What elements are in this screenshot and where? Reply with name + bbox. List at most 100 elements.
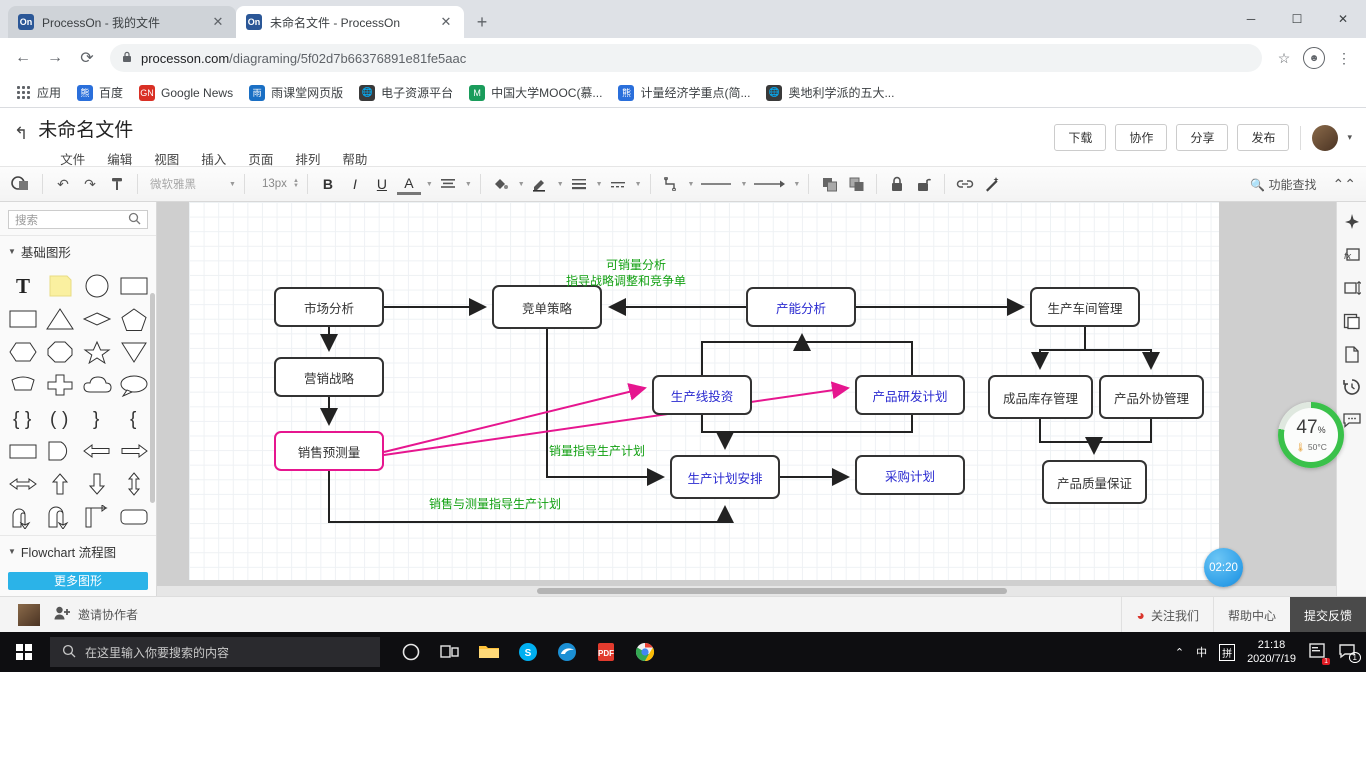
bold-button[interactable]: B [316, 171, 340, 197]
shape-rounded-rect[interactable] [115, 500, 152, 533]
collaborate-button[interactable]: 协作 [1115, 124, 1168, 151]
forward-icon[interactable]: → [40, 43, 70, 73]
chrome-icon[interactable] [628, 635, 662, 669]
ime-pinyin-indicator[interactable]: 拼 [1219, 643, 1236, 661]
chevron-down-icon[interactable]: ▼ [793, 181, 800, 188]
shape-brace-pair[interactable]: {} [4, 401, 41, 434]
bookmark-apps[interactable]: 应用 [8, 81, 68, 104]
back-to-files-icon[interactable]: ↰ [14, 124, 28, 144]
avatar[interactable] [1312, 124, 1339, 151]
shape-arrow-left[interactable] [78, 434, 115, 467]
pen-icon[interactable] [528, 171, 552, 197]
chevron-down-icon[interactable]: ▼ [688, 181, 695, 188]
reload-icon[interactable]: ⟳ [72, 43, 102, 73]
shape-pentagon[interactable] [115, 302, 152, 335]
italic-button[interactable]: I [343, 171, 367, 197]
chevron-down-icon[interactable]: ▼ [635, 181, 642, 188]
unlock-icon[interactable] [912, 171, 936, 197]
scrollbar-thumb[interactable] [537, 588, 1007, 594]
send-to-back-icon[interactable] [844, 171, 868, 197]
shape-text[interactable]: T [4, 269, 41, 302]
fill-icon[interactable] [489, 171, 513, 197]
chevron-down-icon[interactable]: ▼ [8, 247, 16, 256]
shape-diamond[interactable] [78, 302, 115, 335]
bookmark-eresource[interactable]: 🌐 电子资源平台 [352, 81, 460, 104]
invite-collaborator-button[interactable]: 邀请协作者 [54, 606, 138, 623]
tab-close-icon[interactable]: ✕ [438, 14, 454, 30]
chevron-down-icon[interactable]: ▼ [229, 181, 236, 188]
shape-cross[interactable] [41, 368, 78, 401]
redo-icon[interactable]: ↷ [78, 171, 102, 197]
window-close-button[interactable]: ✕ [1320, 0, 1366, 38]
bring-to-front-icon[interactable] [817, 171, 841, 197]
shape-trapezoid-arc[interactable] [4, 368, 41, 401]
node-bidding-strategy[interactable]: 竞单策略 [492, 285, 602, 329]
new-tab-button[interactable]: + [468, 8, 496, 36]
back-icon[interactable]: ← [8, 43, 38, 73]
bookmark-austrian-school[interactable]: 🌐 奥地利学派的五大... [759, 81, 901, 104]
formula-icon[interactable]: fx [1342, 245, 1362, 265]
format-painter-icon[interactable] [105, 171, 129, 197]
profile-icon[interactable]: ☻ [1300, 44, 1328, 72]
notification-icon[interactable]: 1 [1308, 642, 1330, 665]
shape-search-input[interactable]: 搜索 [8, 210, 148, 230]
node-production-schedule[interactable]: 生产计划安排 [670, 455, 780, 499]
address-bar[interactable]: processon.com/diagraming/5f02d7b66376891… [110, 44, 1262, 72]
node-production-line-investment[interactable]: 生产线投资 [652, 375, 752, 415]
cortana-icon[interactable] [394, 635, 428, 669]
share-button[interactable]: 分享 [1176, 124, 1229, 151]
shape-arrow-down[interactable] [78, 467, 115, 500]
node-workshop-management[interactable]: 生产车间管理 [1030, 287, 1140, 327]
submit-feedback-button[interactable]: 提交反馈 [1289, 597, 1366, 633]
shape-group-flowchart[interactable]: ▼ Flowchart 流程图 [0, 535, 156, 565]
shape-brace-left[interactable]: { [115, 401, 152, 434]
shape-arrow-ud[interactable] [115, 467, 152, 500]
link-icon[interactable] [953, 171, 977, 197]
taskbar-clock[interactable]: 21:18 2020/7/19 [1247, 638, 1296, 666]
chevron-down-icon[interactable]: ▼ [740, 181, 747, 188]
shape-rect-2[interactable] [4, 302, 41, 335]
bookmark-google-news[interactable]: GN Google News [132, 82, 240, 104]
help-center-button[interactable]: 帮助中心 [1212, 597, 1290, 633]
lock-icon[interactable] [885, 171, 909, 197]
window-maximize-button[interactable]: ☐ [1274, 0, 1320, 38]
collapse-toolbar-icon[interactable]: ⌃⌃ [1333, 176, 1356, 193]
page-icon[interactable] [1342, 344, 1362, 364]
follow-us-button[interactable]: ◕ 关注我们 [1121, 597, 1212, 633]
shape-circle[interactable] [78, 269, 115, 302]
node-sales-forecast[interactable]: 销售预测量 [274, 431, 384, 471]
font-size-stepper[interactable]: ▲ ▼ [293, 178, 299, 189]
feature-search-button[interactable]: 🔍 功能查找 [1250, 176, 1316, 193]
node-outsourcing-management[interactable]: 产品外协管理 [1099, 375, 1204, 419]
node-product-rd-plan[interactable]: 产品研发计划 [855, 375, 965, 415]
shape-triangle[interactable] [41, 302, 78, 335]
browser-tab-1[interactable]: On ProcessOn - 我的文件 ✕ [8, 6, 236, 38]
skype-icon[interactable]: S [511, 635, 545, 669]
shape-rect-1[interactable] [115, 269, 152, 302]
underline-button[interactable]: U [370, 171, 394, 197]
shape-octagon[interactable] [41, 335, 78, 368]
pdf-reader-icon[interactable]: PDF [589, 635, 623, 669]
shape-half-round[interactable] [41, 434, 78, 467]
align-icon[interactable] [436, 171, 460, 197]
chevron-down-icon[interactable]: ▼ [426, 181, 433, 188]
shape-cloud[interactable] [78, 368, 115, 401]
bookmark-baidu[interactable]: 熊 百度 [70, 81, 130, 104]
shape-brace-right[interactable]: } [78, 401, 115, 434]
layers-icon[interactable] [1342, 311, 1362, 331]
edge-label-sales-guides-production[interactable]: 销量指导生产计划 [549, 442, 645, 459]
shape-paren-pair[interactable]: () [41, 401, 78, 434]
cpu-usage-widget[interactable]: 47% 🌡 50°C [1278, 402, 1344, 468]
canvas-area[interactable]: 市场分析 营销战略 销售预测量 竞单策略 产能分析 生产线投资 产品研发计划 生… [157, 202, 1366, 596]
line-dash-icon[interactable] [606, 171, 630, 197]
bookmark-star-icon[interactable]: ☆ [1270, 44, 1298, 72]
publish-button[interactable]: 发布 [1237, 124, 1290, 151]
shape-arrow-up[interactable] [41, 467, 78, 500]
node-capacity-analysis[interactable]: 产能分析 [746, 287, 856, 327]
shape-trapezoid[interactable] [4, 434, 41, 467]
document-title[interactable]: 未命名文件 [38, 118, 367, 144]
tab-close-icon[interactable]: ✕ [210, 14, 226, 30]
timer-widget[interactable]: 02:20 [1204, 548, 1243, 587]
shape-hexagon[interactable] [4, 335, 41, 368]
window-minimize-button[interactable]: ─ [1228, 0, 1274, 38]
